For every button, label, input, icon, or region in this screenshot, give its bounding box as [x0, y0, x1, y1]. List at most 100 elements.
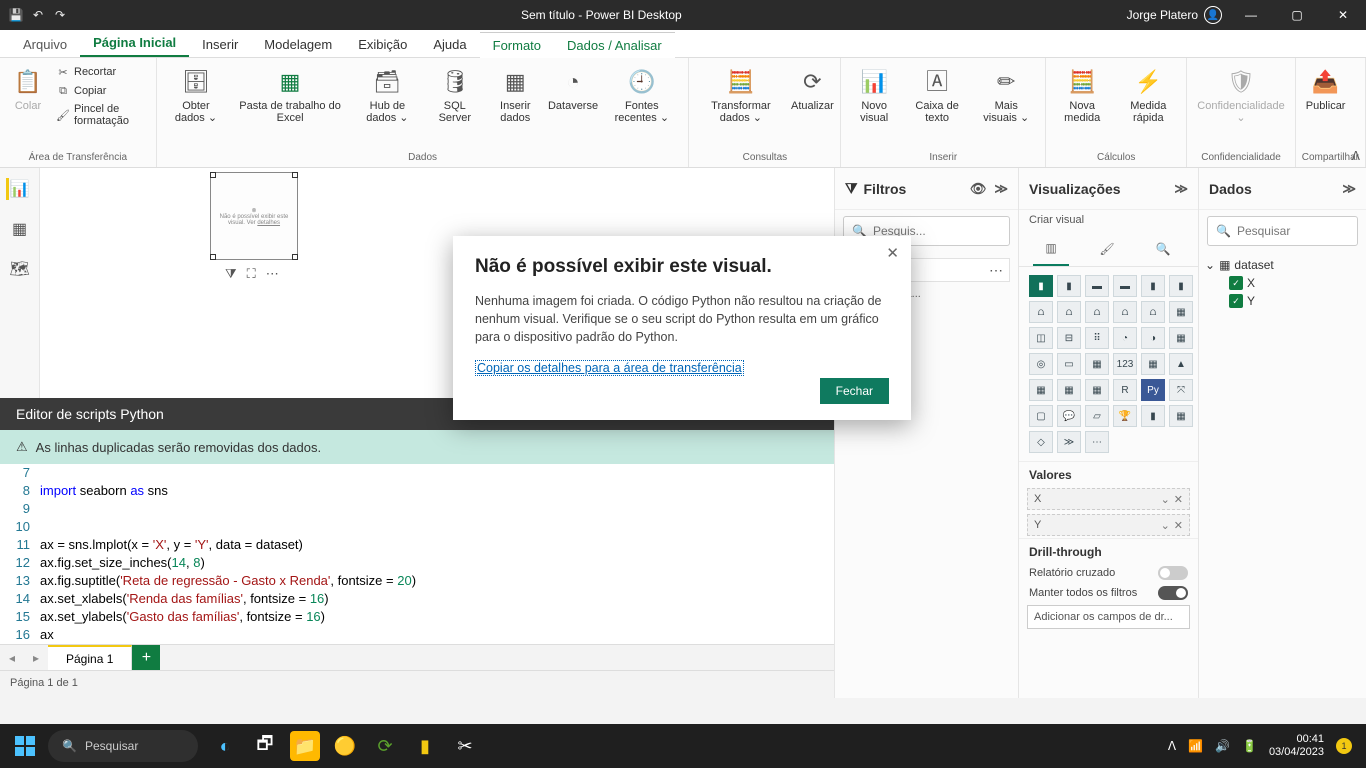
minimize-button[interactable]: — [1228, 0, 1274, 30]
collapse-viz-icon[interactable]: ≫ [1174, 181, 1188, 197]
cut-button[interactable]: ✂Recortar [54, 64, 150, 80]
model-view-icon[interactable]: 🗺 [9, 258, 31, 280]
quick-measure-button[interactable]: ⚡Medida rápida [1116, 64, 1180, 126]
copy-details-link[interactable]: Copiar os detalhes para a área de transf… [475, 360, 744, 376]
viz-type-31[interactable]: 💬 [1057, 405, 1081, 427]
collapse-ribbon-button[interactable]: ᐱ [1352, 149, 1360, 163]
viz-type-5[interactable]: ▮ [1169, 275, 1193, 297]
data-hub-button[interactable]: 🗃Hub de dados ⌄ [351, 64, 424, 126]
sql-server-button[interactable]: 🛢SQL Server [428, 64, 482, 126]
viz-type-19[interactable]: ▭ [1057, 353, 1081, 375]
taskbar-search[interactable]: 🔍Pesquisar [48, 730, 198, 762]
viz-type-27[interactable]: R [1113, 379, 1137, 401]
viz-type-33[interactable]: 🏆 [1113, 405, 1137, 427]
wifi-icon[interactable]: 📶 [1188, 739, 1203, 753]
taskbar-chrome-icon[interactable]: 🟡 [330, 731, 360, 761]
viz-type-29[interactable]: ⤧ [1169, 379, 1193, 401]
battery-icon[interactable]: 🔋 [1242, 739, 1257, 753]
more-options-icon[interactable]: ⋯ [266, 266, 279, 282]
data-search[interactable]: 🔍 Pesquisar [1207, 216, 1358, 246]
report-view-icon[interactable]: 📊 [6, 178, 28, 200]
field-x[interactable]: ✓X [1205, 274, 1360, 292]
cross-report-toggle[interactable] [1158, 566, 1188, 580]
collapse-filters-icon[interactable]: ≫ [994, 181, 1008, 197]
visual-error-link[interactable]: detalhes [257, 220, 280, 226]
tray-chevron-icon[interactable]: ᐱ [1168, 739, 1176, 753]
viz-type-36[interactable]: ◇ [1029, 431, 1053, 453]
add-page-button[interactable]: + [132, 645, 160, 670]
tab-view[interactable]: Exibição [345, 32, 420, 57]
notifications-icon[interactable]: 1 [1336, 738, 1352, 754]
taskbar-widgets-icon[interactable]: ◐ [210, 731, 240, 761]
viz-type-1[interactable]: ▮ [1057, 275, 1081, 297]
collapse-data-icon[interactable]: ≫ [1342, 181, 1356, 197]
viz-type-2[interactable]: ▬ [1085, 275, 1109, 297]
viz-type-35[interactable]: ▦ [1169, 405, 1193, 427]
system-clock[interactable]: 00:41 03/04/2023 [1269, 733, 1324, 759]
field-well-x[interactable]: X⌄✕ [1027, 488, 1190, 510]
publish-button[interactable]: 📤Publicar [1302, 64, 1350, 114]
enter-data-button[interactable]: ▦Inserir dados [486, 64, 545, 126]
viz-type-23[interactable]: ▲ [1169, 353, 1193, 375]
tab-modeling[interactable]: Modelagem [251, 32, 345, 57]
new-measure-button[interactable]: 🧮Nova medida [1052, 64, 1112, 126]
viz-type-32[interactable]: ▱ [1085, 405, 1109, 427]
viz-type-24[interactable]: ▦ [1029, 379, 1053, 401]
format-visual-tab[interactable]: 🖌 [1089, 232, 1125, 266]
viz-type-18[interactable]: ◎ [1029, 353, 1053, 375]
viz-type-38[interactable]: ⋯ [1085, 431, 1109, 453]
viz-type-25[interactable]: ▦ [1057, 379, 1081, 401]
dataset-node[interactable]: ⌄▦dataset [1205, 256, 1360, 274]
transform-data-button[interactable]: 🧮Transformar dados ⌄ [695, 64, 786, 126]
taskbar-explorer-icon[interactable]: 📁 [290, 731, 320, 761]
tab-insert[interactable]: Inserir [189, 32, 251, 57]
dialog-close-primary-button[interactable]: Fechar [820, 378, 889, 404]
viz-type-0[interactable]: ▮ [1029, 275, 1053, 297]
filter-icon[interactable]: ⧩ [225, 266, 237, 282]
close-button[interactable]: ✕ [1320, 0, 1366, 30]
copy-button[interactable]: ⧉Copiar [54, 83, 150, 99]
text-box-button[interactable]: 🄰Caixa de texto [905, 64, 969, 126]
start-button[interactable] [6, 727, 44, 765]
viz-type-4[interactable]: ▮ [1141, 275, 1165, 297]
viz-type-12[interactable]: ◫ [1029, 327, 1053, 349]
tab-help[interactable]: Ajuda [420, 32, 479, 57]
viz-type-15[interactable]: ◔ [1113, 327, 1137, 349]
viz-type-37[interactable]: ≫ [1057, 431, 1081, 453]
refresh-button[interactable]: ⟳Atualizar [790, 64, 834, 114]
viz-type-34[interactable]: ▮ [1141, 405, 1165, 427]
dataverse-button[interactable]: ◔Dataverse [549, 64, 597, 114]
viz-type-11[interactable]: ▦ [1169, 301, 1193, 323]
more-visuals-button[interactable]: ✏Mais visuais ⌄ [973, 64, 1039, 126]
volume-icon[interactable]: 🔊 [1215, 739, 1230, 753]
tab-home[interactable]: Página Inicial [80, 30, 189, 57]
get-data-button[interactable]: 🗄Obter dados ⌄ [163, 64, 230, 126]
viz-type-21[interactable]: 123 [1113, 353, 1137, 375]
format-painter-button[interactable]: 🖌Pincel de formatação [54, 102, 150, 128]
maximize-button[interactable]: ▢ [1274, 0, 1320, 30]
viz-type-20[interactable]: ▦ [1085, 353, 1109, 375]
focus-mode-icon[interactable]: ⛶ [247, 266, 256, 282]
taskbar-snip-icon[interactable]: ✂ [450, 731, 480, 761]
taskbar-app-icon[interactable]: ⟳ [370, 731, 400, 761]
viz-type-9[interactable]: ⩍ [1113, 301, 1137, 323]
python-visual-placeholder[interactable]: ⊗ Não é possível exibir este visual. Ver… [210, 172, 298, 260]
data-view-icon[interactable]: ▦ [9, 218, 31, 240]
viz-type-14[interactable]: ⠿ [1085, 327, 1109, 349]
tab-format[interactable]: Formato [480, 32, 554, 58]
viz-type-8[interactable]: ⩍ [1085, 301, 1109, 323]
viz-type-7[interactable]: ⩍ [1057, 301, 1081, 323]
redo-icon[interactable]: ↷ [52, 7, 68, 23]
hide-filters-icon[interactable]: 👁 [970, 181, 987, 197]
tab-file[interactable]: Arquivo [10, 32, 80, 57]
next-page-button[interactable]: ▸ [24, 645, 48, 670]
viz-type-17[interactable]: ▦ [1169, 327, 1193, 349]
viz-type-30[interactable]: ▢ [1029, 405, 1053, 427]
viz-type-28[interactable]: Py [1141, 379, 1165, 401]
field-well-y[interactable]: Y⌄✕ [1027, 514, 1190, 536]
dialog-close-button[interactable]: ✕ [886, 244, 899, 262]
drill-fields-input[interactable]: Adicionar os campos de dr... [1027, 605, 1190, 629]
recent-sources-button[interactable]: 🕘Fontes recentes ⌄ [601, 64, 682, 126]
viz-type-6[interactable]: ⩍ [1029, 301, 1053, 323]
taskbar-taskview-icon[interactable]: 🗗 [250, 731, 280, 761]
